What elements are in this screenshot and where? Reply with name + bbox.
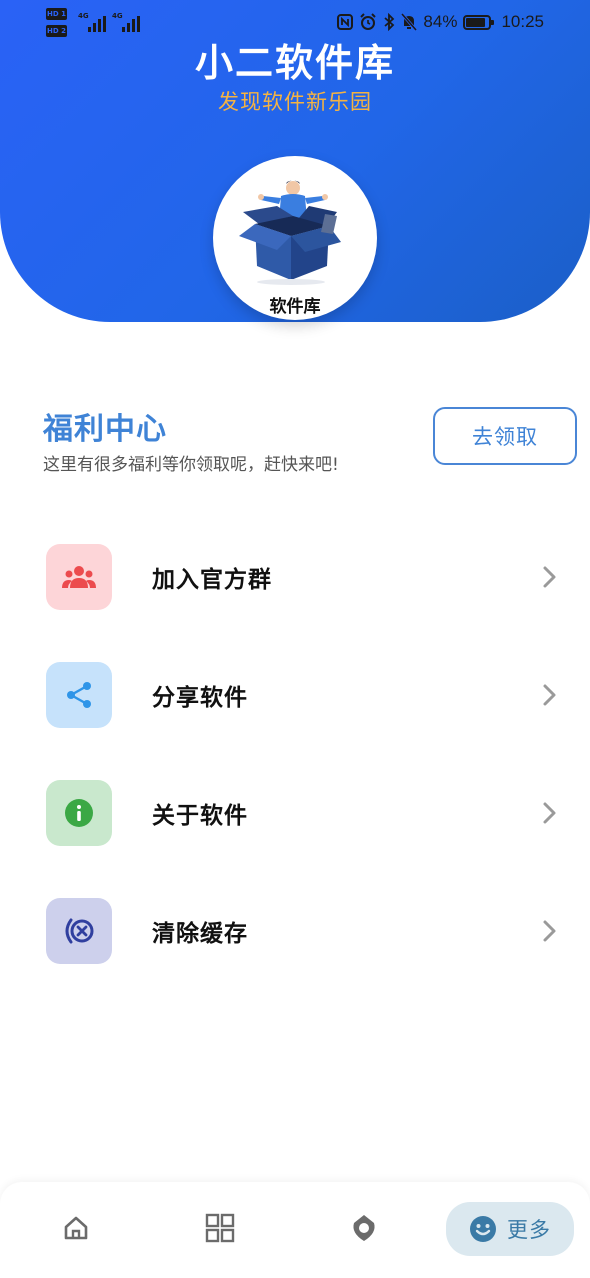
- signal-group: HD 1 HD 2 4G 4G: [46, 8, 156, 38]
- status-icons: 84% 10:25: [337, 10, 544, 34]
- chevron-right-icon: [543, 920, 556, 942]
- menu-item-share[interactable]: 分享软件: [0, 652, 590, 742]
- discover-icon: [353, 1215, 375, 1241]
- app-subtitle: 发现软件新乐园: [218, 90, 372, 114]
- bluetooth-icon: [384, 13, 395, 31]
- chevron-right-icon: [543, 802, 556, 824]
- sim2-hd-badge: HD 2: [46, 25, 67, 37]
- menu-label-clear-cache: 清除缓存: [152, 921, 248, 947]
- signal-1-icon: 4G: [78, 12, 106, 32]
- sim1-hd-badge: HD 1: [46, 8, 67, 20]
- app-logo[interactable]: 软件库: [213, 156, 377, 320]
- nav-more[interactable]: 更多: [446, 1202, 574, 1256]
- menu-item-clear-cache[interactable]: 清除缓存: [0, 888, 590, 978]
- grid-icon: [205, 1213, 235, 1243]
- bottom-nav: 更多: [0, 1182, 590, 1278]
- menu-item-about[interactable]: 关于软件: [0, 770, 590, 860]
- info-icon: [46, 780, 112, 846]
- menu-label-share: 分享软件: [152, 685, 248, 711]
- menu-label-about: 关于软件: [152, 803, 248, 829]
- nav-home[interactable]: [56, 1202, 96, 1254]
- menu-item-join-group[interactable]: 加入官方群: [0, 534, 590, 624]
- mute-bell-icon: [401, 13, 418, 31]
- smile-icon: [470, 1216, 496, 1242]
- alarm-icon: [360, 13, 377, 30]
- welfare-description: 这里有很多福利等你领取呢，赶快来吧!: [43, 455, 339, 475]
- nav-discover[interactable]: [344, 1202, 384, 1254]
- menu-label-join-group: 加入官方群: [152, 567, 272, 593]
- battery-icon: [463, 14, 495, 30]
- logo-label: 软件库: [269, 297, 321, 317]
- nfc-icon: [337, 14, 354, 30]
- chevron-right-icon: [543, 566, 556, 588]
- home-icon: [64, 1216, 88, 1240]
- clear-cache-icon: [46, 898, 112, 964]
- header-banner: 小二软件库 发现软件新乐园 软件库: [0, 0, 590, 322]
- chevron-right-icon: [543, 684, 556, 706]
- signal-2-icon: 4G: [112, 12, 140, 32]
- share-icon: [46, 662, 112, 728]
- box-illustration-icon: [239, 180, 341, 285]
- claim-button[interactable]: 去领取: [433, 407, 577, 465]
- nav-apps[interactable]: [200, 1202, 240, 1254]
- group-icon: [46, 544, 112, 610]
- welfare-title: 福利中心: [43, 412, 167, 447]
- status-bar: HD 1 HD 2 4G 4G 84% 10:25: [0, 0, 590, 44]
- clock: 10:25: [501, 12, 544, 31]
- battery-percent: 84%: [423, 12, 458, 31]
- nav-more-label: 更多: [507, 1218, 551, 1242]
